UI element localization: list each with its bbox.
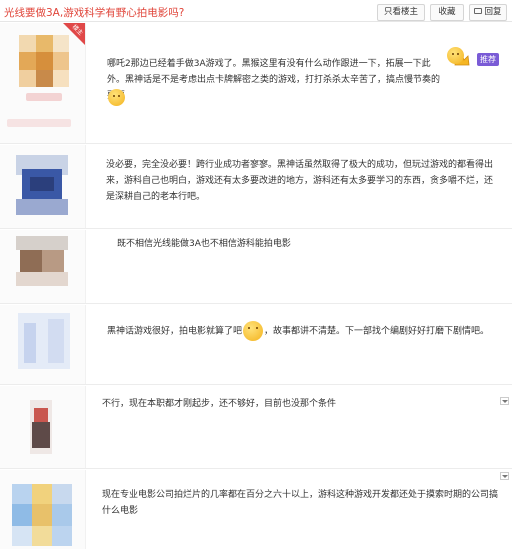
- avatar[interactable]: [16, 155, 68, 215]
- level-placeholder: [7, 119, 71, 127]
- thread-title[interactable]: 光线要做3A,游戏科学有野心拍电影吗?: [4, 5, 184, 20]
- author-column: [0, 470, 86, 549]
- author-column: [0, 145, 86, 228]
- post-6: 现在专业电影公司拍烂片的几率都在百分之六十以上，游科这种游戏开发都还处于摸索时期…: [0, 470, 512, 549]
- reply-button[interactable]: 回复: [469, 4, 507, 21]
- avatar[interactable]: [12, 484, 72, 546]
- smile-emoji-icon: [447, 47, 464, 64]
- post-body-part-2: ，故事都讲不清楚。下一部找个编剧好好打磨下剧情吧。: [264, 326, 490, 337]
- recommend-badge[interactable]: 推荐: [477, 53, 499, 66]
- post-menu-dropdown[interactable]: [500, 472, 509, 480]
- avatar[interactable]: [19, 35, 69, 87]
- post-text: 没必要，完全没必要！跨行业成功者寥寥。黑神话虽然取得了极大的成功，但玩过游戏的都…: [106, 160, 494, 202]
- author-column: [0, 386, 86, 468]
- post-body-part-1: 黑神话游戏很好，拍电影就算了吧: [107, 326, 243, 337]
- post-text: 哪吒2那边已经着手做3A游戏了。黑猴这里有没有什么动作跟进一下，拓展一下此外。黑…: [107, 56, 447, 104]
- smirk-emoji-icon: [243, 321, 264, 341]
- post-5: 不行，现在本职都才刚起步，还不够好，目前也没那个条件: [0, 386, 512, 469]
- post-2: 没必要，完全没必要！跨行业成功者寥寥。黑神话虽然取得了极大的成功，但玩过游戏的都…: [0, 145, 512, 229]
- post-3: 既不相信光线能做3A也不相信游科能拍电影: [0, 230, 512, 304]
- author-column: 楼主: [0, 23, 86, 143]
- post-text: 黑神话游戏很好，拍电影就算了吧 ，故事都讲不清楚。下一部找个编剧好好打磨下剧情吧。: [107, 321, 502, 341]
- post-1: 楼主 推荐 哪吒2那边已经着手做3A游戏了。黑猴这里有没有什么动作跟进一下，拓展…: [0, 23, 512, 144]
- comment-icon: [474, 7, 483, 14]
- post-text: 现在专业电影公司拍烂片的几率都在百分之六十以上，游科这种游戏开发都还处于摸索时期…: [102, 490, 499, 516]
- post-4: 黑神话游戏很好，拍电影就算了吧 ，故事都讲不清楚。下一部找个编剧好好打磨下剧情吧。: [0, 305, 512, 385]
- post-text: 既不相信光线能做3A也不相信游科能拍电影: [117, 239, 291, 249]
- author-column: [0, 230, 86, 303]
- thread-header: 光线要做3A,游戏科学有野心拍电影吗? 只看楼主 收藏 回复: [0, 0, 512, 22]
- post-menu-dropdown[interactable]: [500, 397, 509, 405]
- only-op-button[interactable]: 只看楼主: [377, 4, 425, 21]
- avatar[interactable]: [18, 313, 70, 369]
- reply-label: 回复: [484, 7, 502, 17]
- favorite-button[interactable]: 收藏: [430, 4, 464, 21]
- author-column: [0, 305, 86, 384]
- grin-emoji-icon: [108, 89, 125, 106]
- avatar[interactable]: [16, 236, 68, 286]
- post-body: 哪吒2那边已经着手做3A游戏了。黑猴这里有没有什么动作跟进一下，拓展一下此外。黑…: [107, 59, 441, 101]
- avatar[interactable]: [30, 400, 52, 454]
- name-placeholder: [26, 93, 62, 101]
- post-text: 不行，现在本职都才刚起步，还不够好，目前也没那个条件: [102, 399, 337, 409]
